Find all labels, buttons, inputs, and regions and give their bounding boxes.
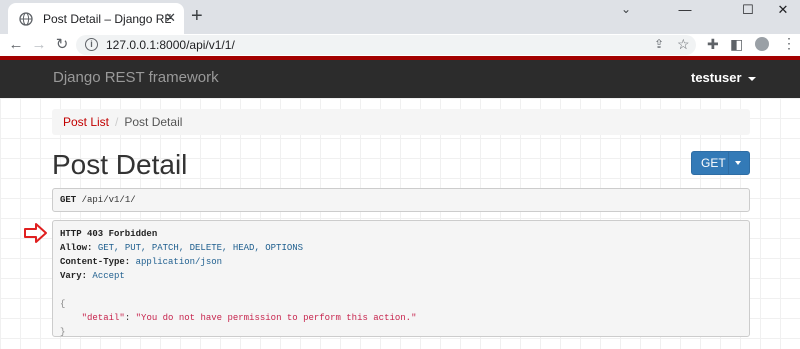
extensions-puzzle-icon[interactable]: ✚ [707, 36, 719, 53]
content-type-value: application/json [135, 257, 223, 267]
allow-header-value: GET, PUT, PATCH, DELETE, HEAD, OPTIONS [97, 243, 304, 253]
vary-value: Accept [92, 271, 125, 281]
reload-icon[interactable]: ↻ [52, 34, 72, 56]
json-detail-value: "You do not have permission to perform t… [135, 313, 417, 323]
caret-down-icon [747, 76, 756, 81]
allow-header-key: Allow: [60, 243, 93, 253]
window-close-icon[interactable]: ✕ [768, 0, 798, 20]
get-button[interactable]: GET [691, 151, 750, 175]
username: testuser [691, 70, 742, 85]
breadcrumb-post-list[interactable]: Post List [63, 115, 109, 129]
request-method: GET [60, 195, 77, 205]
brand-link[interactable]: Django REST framework [53, 69, 219, 86]
minimize-icon[interactable]: — [670, 0, 700, 20]
request-path: /api/v1/1/ [81, 195, 136, 205]
tab-strip: Post Detail – Django REST framework ✕ + … [0, 0, 800, 34]
profile-avatar-icon[interactable] [755, 37, 769, 51]
address-bar[interactable]: i 127.0.0.1:8000/api/v1/1/ ⇪ ☆ [76, 35, 696, 55]
back-arrow-icon[interactable]: ← [6, 34, 26, 56]
content-type-key: Content-Type: [60, 257, 131, 267]
page-title: Post Detail [52, 149, 188, 180]
forward-arrow-icon[interactable]: → [29, 34, 49, 56]
tab-title: Post Detail – Django REST framework [43, 11, 171, 26]
globe-icon [19, 11, 33, 26]
bookmark-star-icon[interactable]: ☆ [677, 36, 690, 53]
json-open-brace: { [60, 299, 66, 309]
maximize-icon[interactable]: ☐ [733, 0, 763, 20]
new-tab-icon[interactable]: + [191, 6, 203, 26]
browser-toolbar: ← → ↻ i 127.0.0.1:8000/api/v1/1/ ⇪ ☆ ✚ ◧… [0, 34, 800, 56]
drf-navbar: Django REST framework testuser [0, 56, 800, 98]
breadcrumb: Post List / Post Detail [52, 109, 750, 135]
browser-tab[interactable]: Post Detail – Django REST framework ✕ [8, 3, 184, 34]
request-info: GET /api/v1/1/ [52, 188, 750, 212]
annotation-arrow-icon [24, 223, 47, 243]
json-detail-key: "detail" [81, 313, 125, 323]
breadcrumb-post-detail: Post Detail [124, 115, 183, 129]
close-tab-icon[interactable]: ✕ [165, 11, 176, 25]
get-button-label: GET [701, 156, 726, 170]
breadcrumb-separator: / [115, 115, 119, 129]
site-info-icon[interactable]: i [85, 38, 98, 51]
json-close-brace: } [60, 327, 66, 337]
side-panel-icon[interactable]: ◧ [730, 36, 743, 53]
share-icon[interactable]: ⇪ [654, 37, 664, 51]
button-divider [728, 152, 729, 174]
format-dropdown-caret-icon[interactable] [735, 161, 741, 165]
vary-key: Vary: [60, 271, 88, 281]
response-status: HTTP 403 Forbidden [60, 229, 158, 239]
browser-menu-icon[interactable]: ⋮ [782, 35, 796, 52]
url-text[interactable]: 127.0.0.1:8000/api/v1/1/ [106, 38, 235, 52]
response-info: HTTP 403 Forbidden Allow: GET, PUT, PATC… [52, 220, 750, 337]
tab-search-chevron-icon[interactable]: ⌄ [621, 2, 631, 16]
user-dropdown[interactable]: testuser [691, 70, 756, 85]
